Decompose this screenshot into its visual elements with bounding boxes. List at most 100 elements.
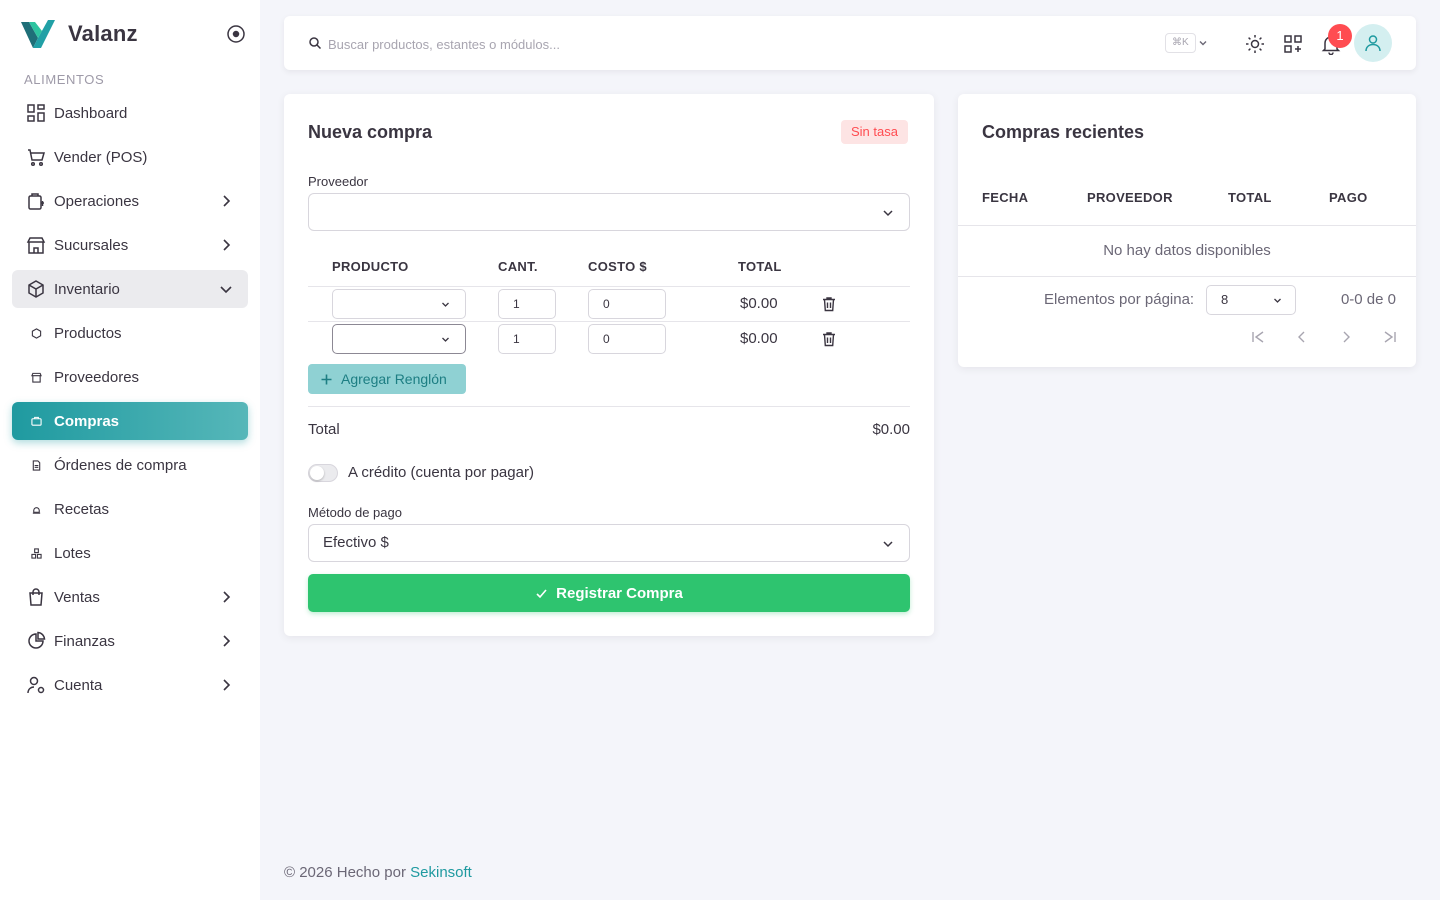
recent-purchases-card: Compras recientes FECHA PROVEEDOR TOTAL … [958, 94, 1416, 367]
add-row-button[interactable]: Agregar Renglón [308, 364, 466, 394]
pie-chart-icon [24, 629, 48, 653]
divider [958, 225, 1416, 226]
divider [308, 321, 910, 322]
next-page-icon[interactable] [1337, 328, 1355, 346]
sidebar-item-label: Recetas [54, 500, 110, 518]
plus-icon [321, 374, 332, 384]
sidebar-item-lotes[interactable]: Lotes [12, 534, 248, 572]
rate-badge: Sin tasa [841, 120, 908, 144]
card-title: Compras recientes [982, 122, 1145, 142]
footer-link[interactable]: Sekinsoft [410, 864, 472, 881]
sidebar-item-dashboard[interactable]: Dashboard [12, 94, 248, 132]
col-date[interactable]: FECHA [982, 190, 1028, 205]
valanz-logo-icon [21, 20, 55, 48]
topbar: ⌘K 1 [284, 16, 1416, 70]
product-select[interactable] [332, 324, 466, 354]
product-icon [24, 321, 48, 345]
footer: © 2026 Hecho por Sekinsoft [284, 864, 472, 881]
total-value: $0.00 [872, 421, 910, 438]
operations-icon [24, 189, 48, 213]
sidebar-item-pos[interactable]: Vender (POS) [12, 138, 248, 176]
sidebar-item-label: Sucursales [54, 236, 129, 254]
sidebar-item-label: Compras [54, 412, 120, 430]
brand-name: Valanz [68, 21, 138, 46]
apps-icon[interactable] [1282, 33, 1304, 55]
chevron-down-icon [442, 302, 449, 307]
brand[interactable]: Valanz [20, 18, 138, 50]
sidebar-item-label: Cuenta [54, 676, 103, 694]
sidebar-item-cuenta[interactable]: Cuenta [12, 666, 248, 704]
sidebar-item-sucursales[interactable]: Sucursales [12, 226, 248, 264]
chevron-down-icon[interactable] [1197, 37, 1209, 49]
first-page-icon[interactable] [1249, 328, 1267, 346]
avatar[interactable] [1354, 24, 1392, 62]
footer-text: © 2026 Hecho por [284, 864, 406, 881]
col-total[interactable]: TOTAL [1228, 190, 1272, 205]
payment-select[interactable]: Efectivo $ [308, 524, 910, 562]
col-cost: COSTO $ [588, 259, 647, 274]
sidebar-item-proveedores[interactable]: Proveedores [12, 358, 248, 396]
cost-input[interactable] [588, 289, 666, 319]
submit-label: Registrar Compra [556, 584, 683, 602]
sidebar-item-label: Operaciones [54, 192, 140, 210]
sidebar-item-label: Productos [54, 324, 122, 342]
submit-purchase-button[interactable]: Registrar Compra [308, 574, 910, 612]
sidebar-collapse-icon[interactable] [226, 24, 246, 44]
box-icon [24, 277, 48, 301]
new-purchase-card: Nueva compra Sin tasa Proveedor PRODUCTO… [284, 94, 934, 636]
per-page-value: 8 [1221, 292, 1229, 307]
chevron-down-icon [1274, 298, 1281, 303]
sidebar-item-recetas[interactable]: Recetas [12, 490, 248, 528]
user-icon [1365, 35, 1381, 52]
store-icon [24, 233, 48, 257]
sidebar-item-finanzas[interactable]: Finanzas [12, 622, 248, 660]
payment-label: Método de pago [308, 505, 402, 520]
sidebar-item-label: Órdenes de compra [54, 456, 187, 474]
product-select[interactable] [332, 289, 466, 319]
row-total: $0.00 [740, 330, 778, 347]
notification-badge: 1 [1328, 24, 1352, 48]
bag-icon [24, 585, 48, 609]
col-total: TOTAL [738, 259, 782, 274]
sidebar-nav: Dashboard Vender (POS) Operaciones Sucur… [12, 94, 248, 710]
sun-icon[interactable] [1244, 33, 1266, 55]
cart-icon [24, 145, 48, 169]
page-range: 0-0 de 0 [1340, 291, 1396, 308]
col-payment[interactable]: PAGO [1329, 190, 1368, 205]
prev-page-icon[interactable] [1293, 328, 1311, 346]
sidebar-item-compras[interactable]: Compras [12, 402, 248, 440]
sidebar-item-ventas[interactable]: Ventas [12, 578, 248, 616]
sidebar-item-productos[interactable]: Productos [12, 314, 248, 352]
sidebar-item-ordenes[interactable]: Órdenes de compra [12, 446, 248, 484]
dashboard-icon [24, 101, 48, 125]
cost-input[interactable] [588, 324, 666, 354]
sidebar: Valanz ALIMENTOS Dashboard Vender (POS) … [0, 0, 260, 900]
divider [958, 276, 1416, 277]
trash-icon[interactable] [820, 330, 838, 348]
col-product: PRODUCTO [332, 259, 409, 274]
total-label: Total [308, 421, 340, 438]
credit-toggle[interactable] [308, 464, 338, 482]
sidebar-item-inventario[interactable]: Inventario [12, 270, 248, 308]
payment-value: Efectivo $ [323, 534, 389, 551]
sidebar-item-label: Inventario [54, 280, 120, 298]
last-page-icon[interactable] [1381, 328, 1399, 346]
divider [308, 406, 910, 407]
search-icon [309, 37, 322, 50]
recipe-icon [24, 497, 48, 521]
chevron-down-icon [442, 337, 449, 342]
col-supplier[interactable]: PROVEEDOR [1087, 190, 1173, 205]
sidebar-item-label: Proveedores [54, 368, 140, 386]
per-page-select[interactable]: 8 [1206, 285, 1296, 315]
sidebar-item-label: Finanzas [54, 632, 115, 650]
qty-input[interactable] [498, 289, 556, 319]
supplier-select[interactable] [308, 193, 910, 231]
sidebar-item-operaciones[interactable]: Operaciones [12, 182, 248, 220]
chevron-down-icon [883, 541, 893, 548]
add-row-label: Agregar Renglón [341, 371, 447, 387]
qty-input[interactable] [498, 324, 556, 354]
empty-message: No hay datos disponibles [1103, 242, 1271, 259]
divider [308, 286, 910, 287]
trash-icon[interactable] [820, 295, 838, 313]
search-input[interactable] [328, 32, 1028, 56]
